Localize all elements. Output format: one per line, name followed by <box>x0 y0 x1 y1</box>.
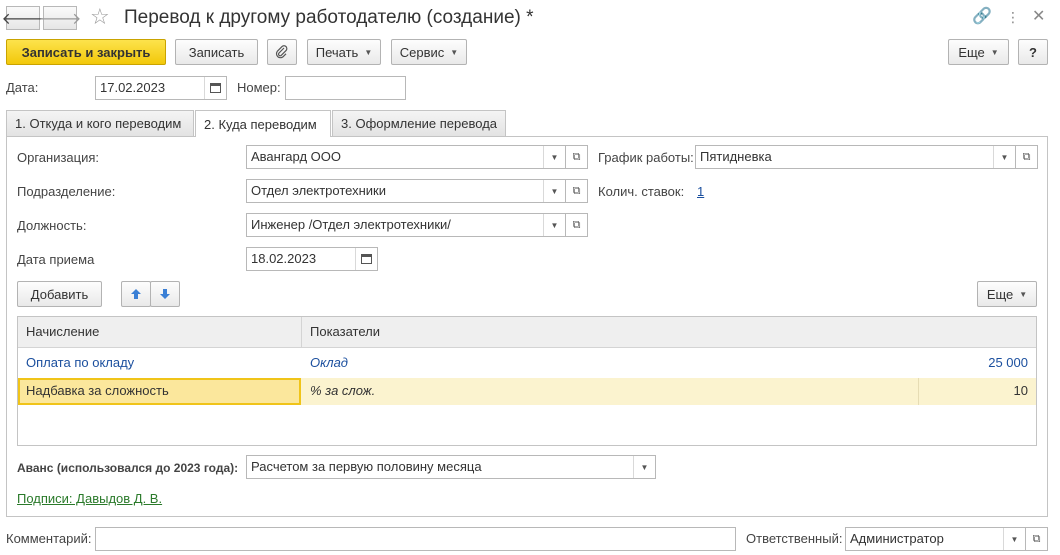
comment-label: Комментарий: <box>6 531 92 546</box>
open-icon[interactable]: ⧉ <box>1015 146 1037 168</box>
print-button[interactable]: Печать ▼ <box>307 39 381 65</box>
date-label: Дата: <box>6 80 39 95</box>
tab-to[interactable]: 2. Куда переводим <box>195 110 331 137</box>
chevron-down-icon[interactable]: ▼ <box>543 214 565 236</box>
paperclip-icon <box>275 45 288 59</box>
calendar-icon[interactable] <box>204 77 226 99</box>
table-more-button[interactable]: Еще ▼ <box>977 281 1037 307</box>
advance-label: Аванс (использовался до 2023 года): <box>17 461 239 475</box>
forward-button[interactable]: 🡒 <box>39 6 81 30</box>
more-button[interactable]: Еще ▼ <box>948 39 1009 65</box>
organization-label: Организация: <box>17 150 100 165</box>
position-field[interactable]: Инженер /Отдел электротехники/ ▼ ⧉ <box>246 213 588 237</box>
page-title: Перевод к другому работодателю (создание… <box>124 7 534 28</box>
tab-registration[interactable]: 3. Оформление перевода <box>332 110 506 136</box>
department-label: Подразделение: <box>17 184 116 199</box>
chevron-down-icon[interactable]: ▼ <box>993 146 1015 168</box>
column-header-accrual[interactable]: Начисление <box>26 324 99 340</box>
save-and-close-button[interactable]: Записать и закрыть <box>6 39 166 65</box>
open-icon[interactable]: ⧉ <box>565 214 587 236</box>
save-button[interactable]: Записать <box>175 39 258 65</box>
service-button[interactable]: Сервис ▼ <box>391 39 467 65</box>
help-button[interactable]: ? <box>1018 39 1048 65</box>
hire-date-label: Дата приема <box>17 252 95 267</box>
table-row[interactable]: Надбавка за сложность % за слож. 10 <box>18 378 1036 405</box>
chevron-down-icon[interactable]: ▼ <box>543 146 565 168</box>
move-up-button[interactable] <box>121 281 151 307</box>
schedule-field[interactable]: Пятидневка ▼ ⧉ <box>695 145 1038 169</box>
advance-field[interactable]: Расчетом за первую половину месяца ▼ <box>246 455 656 479</box>
menu-dots-icon[interactable]: ⋮ <box>1006 8 1020 26</box>
arrow-up-icon <box>131 289 141 299</box>
add-row-button[interactable]: Добавить <box>17 281 102 307</box>
chevron-down-icon[interactable]: ▼ <box>1003 528 1025 550</box>
chevron-down-icon: ▼ <box>1019 289 1028 299</box>
rates-link[interactable]: 1 <box>697 184 704 200</box>
department-field[interactable]: Отдел электротехники ▼ ⧉ <box>246 179 588 203</box>
responsible-label: Ответственный: <box>746 531 843 546</box>
close-icon[interactable]: ✕ <box>1032 8 1045 26</box>
number-field[interactable] <box>285 76 406 100</box>
chevron-down-icon: ▼ <box>990 47 999 57</box>
number-label: Номер: <box>237 80 281 95</box>
responsible-field[interactable]: Администратор ▼ ⧉ <box>845 527 1048 551</box>
accruals-table[interactable]: Начисление Показатели Оплата по окладу О… <box>17 316 1037 446</box>
favorite-star-icon[interactable]: ☆ <box>90 5 110 29</box>
arrow-down-icon <box>160 289 170 299</box>
chevron-down-icon[interactable]: ▼ <box>633 456 655 478</box>
open-icon[interactable]: ⧉ <box>565 146 587 168</box>
schedule-label: График работы: <box>598 150 694 165</box>
signatures-link[interactable]: Подписи: Давыдов Д. В. <box>17 491 162 507</box>
chevron-down-icon: ▼ <box>450 47 459 57</box>
move-down-button[interactable] <box>150 281 180 307</box>
hire-date-field[interactable]: 18.02.2023 <box>246 247 378 271</box>
link-icon[interactable]: 🔗 <box>972 8 992 26</box>
open-icon[interactable]: ⧉ <box>1025 528 1047 550</box>
calendar-icon[interactable] <box>355 248 377 270</box>
table-row[interactable]: Оплата по окладу Оклад 25 000 <box>18 348 1036 378</box>
comment-field[interactable] <box>95 527 736 551</box>
column-header-indicators[interactable]: Показатели <box>310 324 380 340</box>
date-field[interactable]: 17.02.2023 <box>95 76 227 100</box>
chevron-down-icon[interactable]: ▼ <box>543 180 565 202</box>
table-header: Начисление Показатели <box>18 317 1036 348</box>
chevron-down-icon: ▼ <box>364 47 373 57</box>
arrow-right-icon: 🡒 <box>38 10 82 28</box>
rates-label: Колич. ставок: <box>598 184 685 199</box>
attach-button[interactable] <box>267 39 297 65</box>
back-button[interactable]: 🡐 <box>2 6 44 30</box>
position-label: Должность: <box>17 218 87 233</box>
organization-field[interactable]: Авангард ООО ▼ ⧉ <box>246 145 588 169</box>
open-icon[interactable]: ⧉ <box>565 180 587 202</box>
tab-from[interactable]: 1. Откуда и кого переводим <box>6 110 194 136</box>
